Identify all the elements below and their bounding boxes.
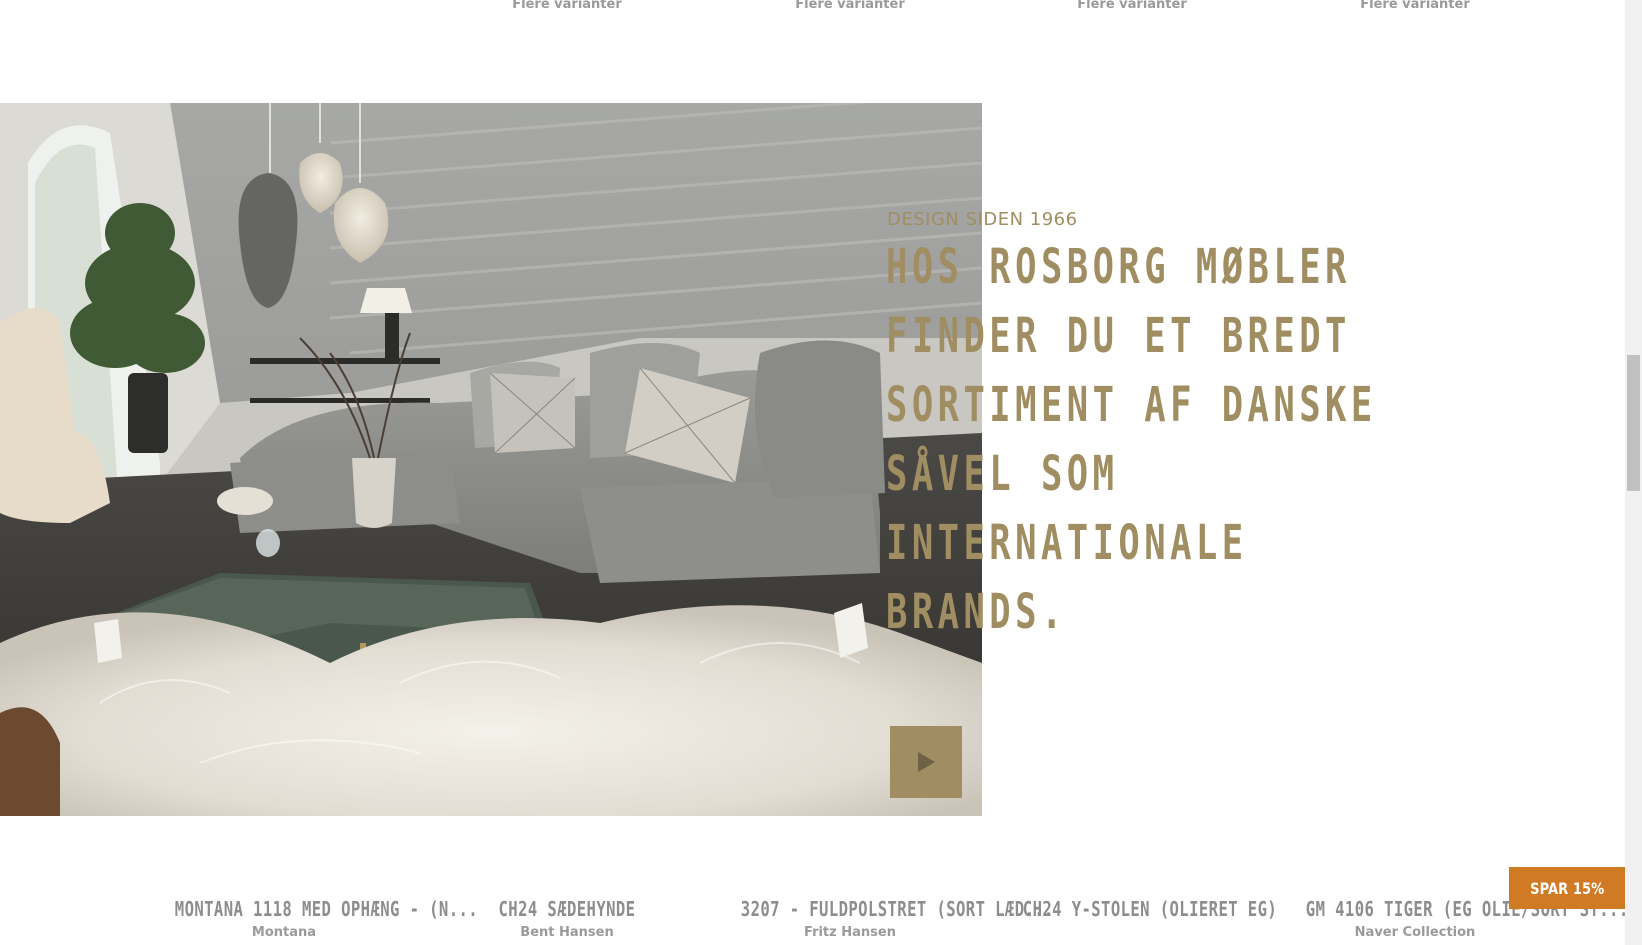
product-brand: Bent Hansen (520, 925, 614, 940)
product-card[interactable]: CH24 Y-STOLEN (OLIERET EG) (992, 897, 1277, 925)
product-name[interactable]: CH24 SÆDEHYNDE (458, 897, 676, 921)
product-card[interactable]: 3207 - FULDPOLSTRET (SORT LÆD... Fritz H… (710, 897, 1054, 940)
discount-badge-label: SPAR 15% (1530, 878, 1605, 898)
hero-eyebrow: DESIGN SIDEN 1966 (887, 209, 1078, 230)
play-icon (918, 752, 935, 772)
product-name[interactable]: 3207 - FULDPOLSTRET (SORT LÆD... (741, 897, 1054, 921)
more-variants-link[interactable]: Flere varianter (1032, 0, 1232, 12)
showroom-video[interactable] (0, 103, 982, 816)
product-name[interactable]: CH24 Y-STOLEN (OLIERET EG) (1023, 897, 1277, 921)
hero-headline: HOS ROSBORG MØBLER FINDER DU ET BREDT SO… (886, 239, 1377, 640)
scrollbar-thumb[interactable] (1627, 355, 1640, 491)
product-brand: Naver Collection (1354, 925, 1476, 940)
showroom-video-frame (0, 103, 982, 816)
product-brand: Fritz Hansen (804, 925, 896, 940)
top-variants-row: Flere varianter Flere varianter Flere va… (0, 0, 1625, 12)
product-card[interactable]: MONTANA 1118 MED OPHÆNG - (N... Montana (144, 897, 478, 940)
play-button[interactable] (890, 726, 962, 798)
discount-badge-button[interactable]: SPAR 15% (1509, 867, 1626, 909)
more-variants-link[interactable]: Flere varianter (467, 0, 667, 12)
product-name[interactable]: GM 4106 TIGER (EG OLIE/SORT ST... (1306, 897, 1628, 921)
product-name[interactable]: MONTANA 1118 MED OPHÆNG - (N... (175, 897, 478, 921)
page-scrollbar[interactable] (1625, 0, 1642, 945)
more-variants-link[interactable]: Flere varianter (750, 0, 950, 12)
product-card[interactable]: CH24 SÆDEHYNDE Bent Hansen (427, 897, 707, 940)
product-row: MONTANA 1118 MED OPHÆNG - (N... Montana … (0, 897, 1628, 945)
product-brand: Montana (251, 925, 317, 940)
more-variants-link[interactable]: Flere varianter (1315, 0, 1515, 12)
